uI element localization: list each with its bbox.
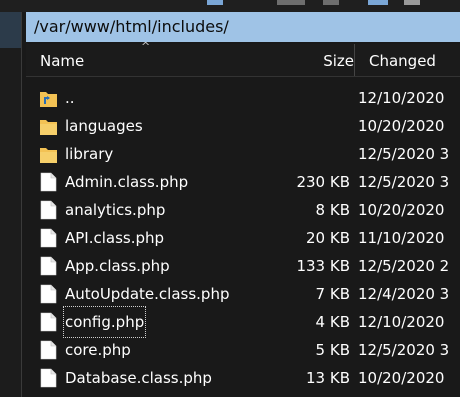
file-size: 5 KB xyxy=(315,341,350,359)
file-changed: 12/5/2020 3 xyxy=(358,341,450,359)
left-panel-selection xyxy=(0,12,21,48)
file-changed: 12/5/2020 2 xyxy=(358,257,450,275)
file-icon xyxy=(40,368,57,388)
file-list: .. 12/10/2020 languages 10/20/2020 library 12… xyxy=(26,84,460,392)
file-icon xyxy=(40,200,57,220)
file-row[interactable]: Database.class.php 13 KB 10/20/2020 xyxy=(26,364,460,392)
file-row[interactable]: library 12/5/2020 3 xyxy=(26,140,460,168)
file-changed: 10/20/2020 xyxy=(358,201,445,219)
file-size: 7 KB xyxy=(315,285,350,303)
file-size: 8 KB xyxy=(315,201,350,219)
toolbar-icon-2[interactable] xyxy=(277,0,305,5)
file-name: Admin.class.php xyxy=(65,173,189,191)
file-row[interactable]: Admin.class.php 230 KB 12/5/2020 3 xyxy=(26,168,460,196)
path-bar[interactable]: /var/www/html/includes/ xyxy=(26,12,460,42)
file-icon xyxy=(40,340,57,360)
file-name: analytics.php xyxy=(65,201,166,219)
column-divider[interactable] xyxy=(354,44,355,76)
file-row[interactable]: config.php 4 KB 12/10/2020 xyxy=(26,306,460,338)
file-name: AutoUpdate.class.php xyxy=(65,285,230,303)
file-icon xyxy=(40,228,57,248)
toolbar-strip xyxy=(0,0,460,12)
file-changed: 12/4/2020 3 xyxy=(358,285,450,303)
column-header-changed[interactable]: Changed xyxy=(369,44,436,78)
file-row[interactable]: core.php 5 KB 12/5/2020 3 xyxy=(26,336,460,364)
file-changed: 10/20/2020 xyxy=(358,369,445,387)
file-row[interactable]: API.class.php 20 KB 11/10/2020 xyxy=(26,224,460,252)
toolbar-icon-3[interactable] xyxy=(323,0,339,5)
sort-ascending-icon: ^ xyxy=(141,40,151,53)
file-icon xyxy=(40,312,57,332)
folder-icon xyxy=(40,116,57,136)
toolbar-icon-4[interactable] xyxy=(368,0,388,5)
file-name: .. xyxy=(65,89,75,107)
file-size: 4 KB xyxy=(315,313,350,331)
file-changed: 11/10/2020 xyxy=(358,229,445,247)
file-name: core.php xyxy=(65,341,131,359)
folder-icon xyxy=(40,144,57,164)
file-size: 133 KB xyxy=(296,257,350,275)
file-changed: 12/10/2020 xyxy=(358,89,445,107)
file-size: 13 KB xyxy=(306,369,350,387)
file-icon xyxy=(40,284,57,304)
file-row[interactable]: languages 10/20/2020 xyxy=(26,112,460,140)
file-row[interactable]: AutoUpdate.class.php 7 KB 12/4/2020 3 xyxy=(26,280,460,308)
file-name: Database.class.php xyxy=(65,369,212,387)
file-name: languages xyxy=(65,117,143,135)
file-changed: 12/5/2020 3 xyxy=(358,145,450,163)
file-row[interactable]: analytics.php 8 KB 10/20/2020 xyxy=(26,196,460,224)
file-name: library xyxy=(65,145,114,163)
toolbar-icon-1[interactable] xyxy=(207,0,223,5)
column-header: Name ^ Size Changed xyxy=(26,40,460,78)
column-header-name[interactable]: Name xyxy=(40,44,84,78)
file-icon xyxy=(40,172,57,192)
file-icon xyxy=(40,256,57,276)
parent-folder-icon xyxy=(40,88,57,108)
file-name: App.class.php xyxy=(65,257,170,275)
file-row[interactable]: .. 12/10/2020 xyxy=(26,84,460,112)
file-name: API.class.php xyxy=(65,229,165,247)
file-size: 20 KB xyxy=(306,229,350,247)
toolbar-icon-5[interactable] xyxy=(404,0,420,5)
file-changed: 10/20/2020 xyxy=(358,117,445,135)
left-panel-edge xyxy=(0,12,22,397)
column-header-size[interactable]: Size xyxy=(323,44,354,78)
file-size: 230 KB xyxy=(296,173,350,191)
file-name: config.php xyxy=(62,306,147,338)
file-changed: 12/10/2020 xyxy=(358,313,445,331)
file-changed: 12/5/2020 3 xyxy=(358,173,450,191)
file-row[interactable]: App.class.php 133 KB 12/5/2020 2 xyxy=(26,252,460,280)
